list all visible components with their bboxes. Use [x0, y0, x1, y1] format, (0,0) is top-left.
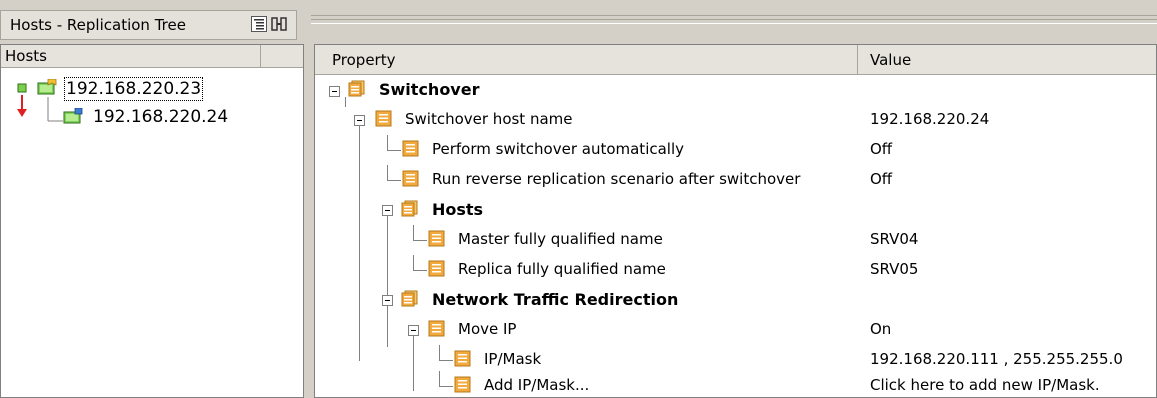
- property-value[interactable]: 192.168.220.24: [870, 110, 989, 128]
- property-icon: [428, 230, 445, 247]
- property-icon: [428, 320, 445, 337]
- property-label: Add IP/Mask...: [484, 376, 590, 394]
- tree-node-replica-host[interactable]: 192.168.220.24: [1, 105, 301, 129]
- collapse-toggle[interactable]: [382, 295, 393, 306]
- hosts-tree-pane[interactable]: Hosts 192.168.220.23 192.168.220.24: [0, 44, 304, 398]
- property-icon: [402, 170, 419, 187]
- property-icon: [402, 140, 419, 157]
- property-row-replica-fqdn[interactable]: Replica fully qualified name SRV05: [315, 255, 1156, 285]
- property-icon: [375, 110, 392, 127]
- property-label: Switchover: [379, 80, 480, 99]
- property-label: IP/Mask: [484, 350, 542, 368]
- property-icon: [454, 350, 471, 367]
- hosts-panel-title: Hosts - Replication Tree: [10, 16, 186, 34]
- property-row-switchover-host-name[interactable]: Switchover host name 192.168.220.24: [315, 105, 1156, 135]
- property-icon: [454, 376, 471, 393]
- property-value[interactable]: Off: [870, 170, 892, 188]
- property-row-run-reverse-replication[interactable]: Run reverse replication scenario after s…: [315, 165, 1156, 195]
- properties-header: Property Value: [315, 45, 1156, 75]
- column-separator[interactable]: [857, 45, 858, 74]
- property-label: Replica fully qualified name: [458, 260, 666, 278]
- property-label: Run reverse replication scenario after s…: [432, 170, 801, 188]
- group-icon: [401, 290, 418, 307]
- property-label: Switchover host name: [405, 110, 573, 128]
- property-row-switchover[interactable]: Switchover: [315, 75, 1156, 105]
- collapse-toggle[interactable]: [329, 86, 340, 97]
- property-value[interactable]: On: [870, 320, 891, 338]
- split-view-icon[interactable]: [271, 16, 287, 32]
- add-ip-mask-link[interactable]: Click here to add new IP/Mask.: [870, 376, 1100, 394]
- column-separator[interactable]: [260, 45, 261, 67]
- host-ip-master[interactable]: 192.168.220.23: [64, 77, 204, 101]
- master-indicator-icon: [17, 83, 27, 93]
- property-label: Move IP: [458, 320, 517, 338]
- property-row-perform-switchover-automatically[interactable]: Perform switchover automatically Off: [315, 135, 1156, 165]
- tree-view-icon[interactable]: [251, 16, 267, 32]
- column-header-property[interactable]: Property: [332, 51, 395, 69]
- group-icon: [401, 200, 418, 217]
- replica-host-icon: [63, 108, 83, 124]
- property-row-add-ip-mask[interactable]: Add IP/Mask... Click here to add new IP/…: [315, 371, 1156, 397]
- panel-splitter-strip[interactable]: [305, 12, 1157, 26]
- property-value[interactable]: SRV05: [870, 260, 918, 278]
- properties-pane[interactable]: Property Value Switchover Switchover hos…: [314, 44, 1157, 398]
- property-value[interactable]: 192.168.220.111 , 255.255.255.0: [870, 350, 1123, 368]
- property-row-move-ip[interactable]: Move IP On: [315, 315, 1156, 345]
- hosts-panel-title-bar: Hosts - Replication Tree: [0, 10, 297, 40]
- host-ip-replica[interactable]: 192.168.220.24: [93, 105, 228, 129]
- group-icon: [348, 80, 365, 97]
- collapse-toggle[interactable]: [408, 325, 419, 336]
- property-row-master-fqdn[interactable]: Master fully qualified name SRV04: [315, 225, 1156, 255]
- property-icon: [428, 260, 445, 277]
- property-label: Hosts: [432, 200, 484, 219]
- collapse-toggle[interactable]: [354, 115, 365, 126]
- hosts-column-label: Hosts: [5, 47, 47, 65]
- property-label: Perform switchover automatically: [432, 140, 685, 158]
- property-label: Network Traffic Redirection: [432, 290, 679, 309]
- property-row-network-traffic-redirection[interactable]: Network Traffic Redirection: [315, 285, 1156, 315]
- property-value[interactable]: SRV04: [870, 230, 918, 248]
- property-row-hosts-group[interactable]: Hosts: [315, 195, 1156, 225]
- column-header-value[interactable]: Value: [870, 51, 911, 69]
- collapse-toggle[interactable]: [382, 205, 393, 216]
- hosts-column-header[interactable]: Hosts: [1, 45, 303, 68]
- property-value[interactable]: Off: [870, 140, 892, 158]
- property-label: Master fully qualified name: [458, 230, 663, 248]
